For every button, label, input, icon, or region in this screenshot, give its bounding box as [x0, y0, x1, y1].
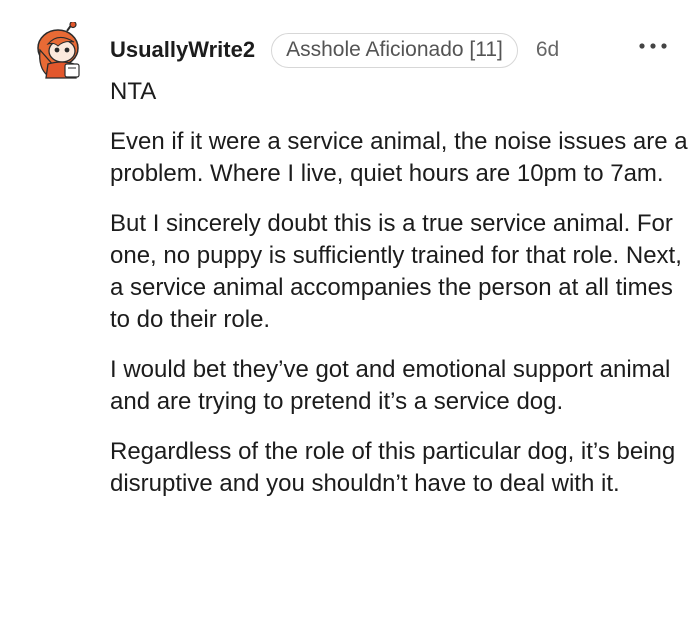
comment: UsuallyWrite2 Asshole Aficionado [11] 6d…	[0, 0, 700, 641]
snoo-avatar-icon[interactable]	[34, 20, 92, 80]
user-flair-badge[interactable]: Asshole Aficionado [11]	[271, 32, 518, 68]
comment-header: UsuallyWrite2 Asshole Aficionado [11] 6d	[110, 31, 559, 69]
comment-paragraph: Regardless of the role of this particula…	[110, 438, 676, 497]
comment-age: 6d	[535, 38, 560, 61]
comment-body: NTA Even if it were a service animal, th…	[110, 76, 690, 518]
username-link[interactable]: UsuallyWrite2	[110, 37, 255, 63]
comment-paragraph: Even if it were a service animal, the no…	[110, 128, 688, 187]
comment-paragraph: But I sincerely doubt this is a true ser…	[110, 210, 682, 333]
more-options-icon[interactable]	[636, 38, 670, 54]
comment-paragraph: NTA	[110, 78, 157, 105]
comment-paragraph: I would bet they’ve got and emotional su…	[110, 356, 671, 415]
